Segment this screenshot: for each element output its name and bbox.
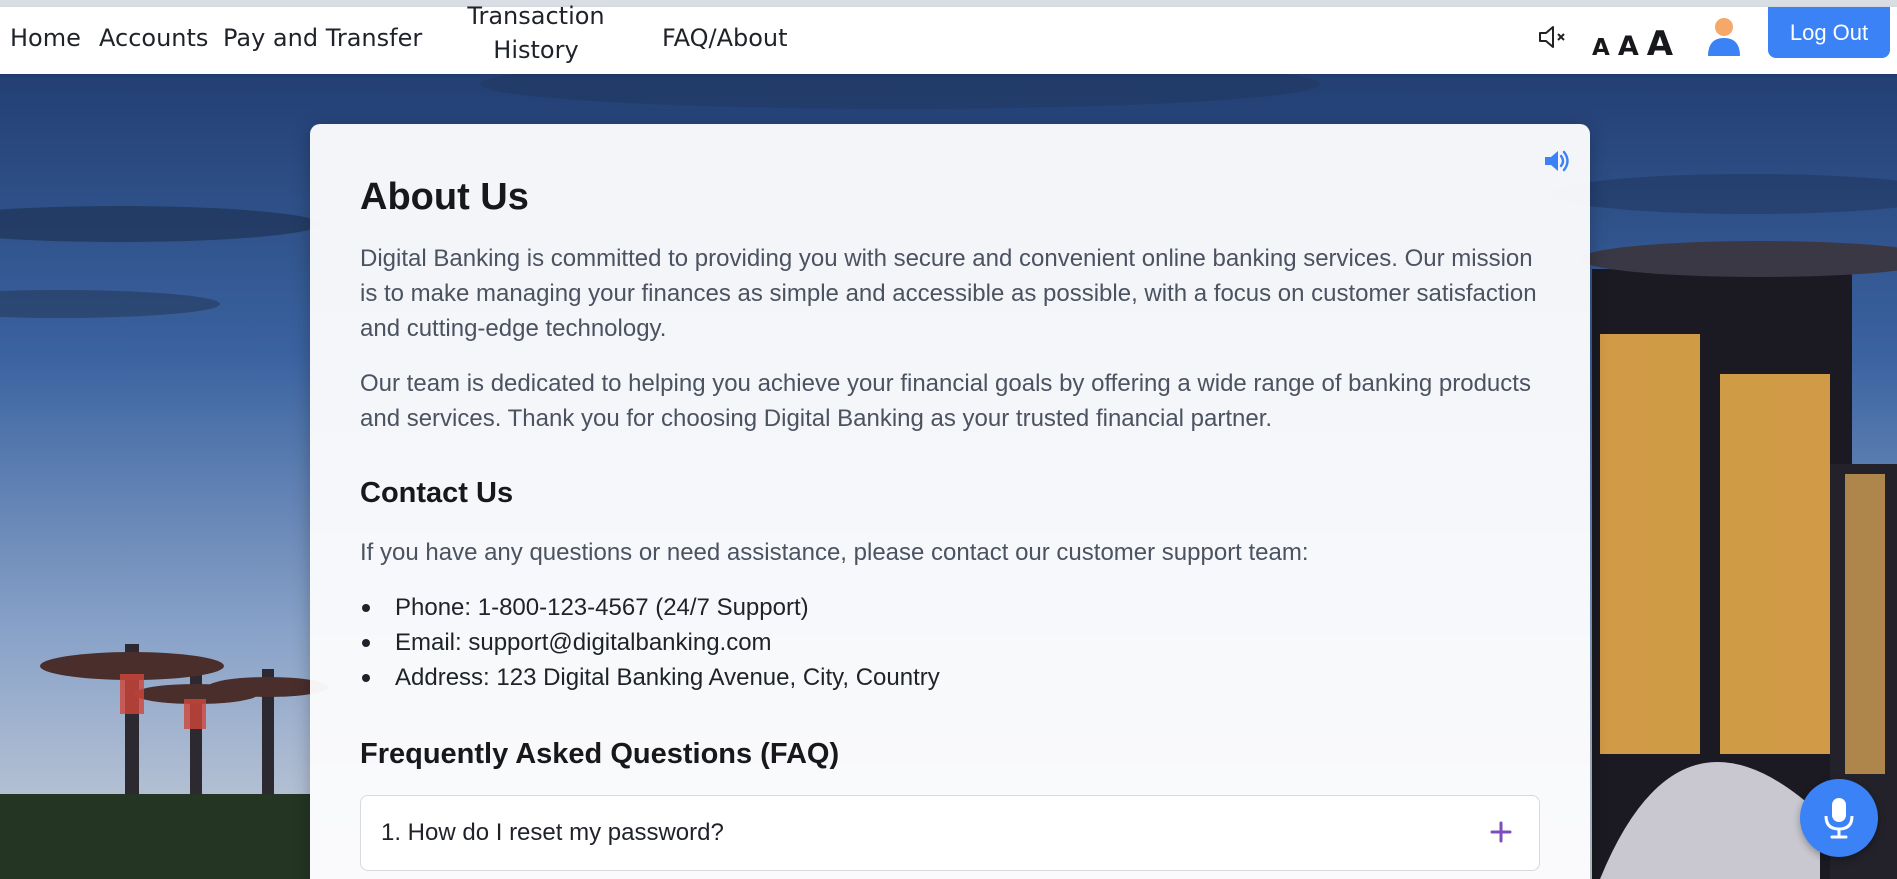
font-size-large-button[interactable]: A (1647, 27, 1673, 61)
font-size-medium-button[interactable]: A (1618, 33, 1639, 60)
contact-email: Email: support@digitalbanking.com (360, 625, 940, 660)
user-avatar-icon[interactable] (1706, 16, 1742, 58)
contact-list: Phone: 1-800-123-4567 (24/7 Support) Ema… (360, 590, 940, 695)
contact-phone: Phone: 1-800-123-4567 (24/7 Support) (360, 590, 940, 625)
contact-intro: If you have any questions or need assist… (360, 539, 1309, 566)
top-navbar: Home Accounts Pay and Transfer Transacti… (0, 2, 1897, 74)
logout-button[interactable]: Log Out (1768, 7, 1890, 58)
speaker-muted-icon[interactable] (1536, 21, 1568, 53)
page-title: About Us (360, 176, 529, 218)
speaker-volume-icon[interactable] (1542, 146, 1572, 176)
contact-heading: Contact Us (360, 477, 514, 509)
nav-faq-about[interactable]: FAQ/About (662, 7, 788, 69)
about-paragraph-2: Our team is dedicated to helping you ach… (360, 370, 1531, 432)
faq-question: 1. How do I reset my password? (381, 819, 724, 846)
font-size-controls: A A A (1592, 13, 1673, 63)
plus-icon[interactable] (1487, 818, 1515, 846)
nav-accounts[interactable]: Accounts (99, 7, 208, 69)
nav-pay-and-transfer[interactable]: Pay and Transfer (223, 7, 422, 69)
about-paragraph-1: Digital Banking is committed to providin… (360, 245, 1537, 342)
about-card: About Us Digital Banking is committed to… (310, 124, 1590, 879)
font-size-small-button[interactable]: A (1592, 37, 1610, 60)
contact-address: Address: 123 Digital Banking Avenue, Cit… (360, 660, 940, 695)
nav-transaction-history[interactable]: Transaction History (455, 0, 617, 73)
nav-home[interactable]: Home (10, 7, 81, 69)
microphone-icon[interactable] (1800, 779, 1878, 857)
faq-item[interactable]: 1. How do I reset my password? (360, 795, 1540, 871)
faq-heading: Frequently Asked Questions (FAQ) (360, 738, 840, 770)
